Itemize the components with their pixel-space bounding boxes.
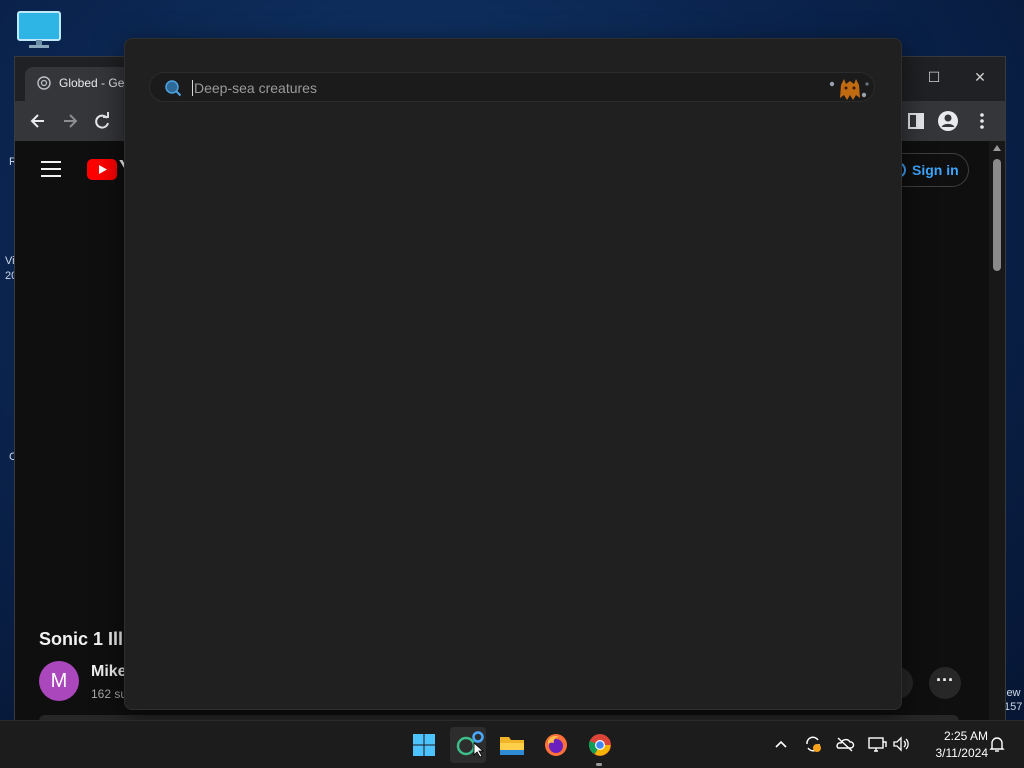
close-button[interactable]: ✕	[965, 63, 995, 91]
tab-title: Globed - Ge	[59, 76, 125, 90]
clock-time: 2:25 AM	[943, 729, 988, 743]
folder-icon	[500, 737, 524, 755]
notification-bell-icon[interactable]	[986, 733, 1008, 755]
search-app-icon	[456, 731, 484, 758]
taskbar: 2:25 AM 3/11/2024	[0, 720, 1024, 768]
profile-icon[interactable]	[937, 110, 959, 132]
this-pc-icon[interactable]	[16, 10, 62, 52]
clock-date: 3/11/2024	[935, 746, 989, 760]
search-box[interactable]	[149, 72, 875, 102]
chevron-up-icon[interactable]	[770, 733, 792, 755]
youtube-logo-icon[interactable]	[87, 159, 117, 180]
start-button[interactable]	[406, 727, 442, 763]
scrollbar-thumb[interactable]	[993, 159, 1001, 271]
kebab-menu-icon[interactable]	[971, 110, 993, 132]
sign-in-label: Sign in	[912, 162, 959, 178]
desktop-edge-text: 157	[1004, 701, 1023, 713]
firefox-icon	[545, 734, 567, 756]
search-overlay	[124, 38, 902, 710]
channel-name[interactable]: Mike	[91, 663, 127, 681]
scroll-up-arrow-icon[interactable]	[993, 145, 1001, 151]
reload-icon[interactable]	[91, 110, 113, 132]
back-arrow-icon[interactable]	[27, 110, 49, 132]
search-input[interactable]	[192, 74, 796, 102]
more-actions-button[interactable]: ···	[929, 667, 961, 699]
onedrive-offline-icon[interactable]	[834, 733, 856, 755]
file-explorer-button[interactable]	[494, 727, 530, 763]
firefox-button[interactable]	[538, 727, 574, 763]
search-icon	[165, 80, 182, 97]
hamburger-menu-icon[interactable]	[41, 161, 61, 177]
running-app-indicator	[596, 763, 602, 766]
chrome-icon	[588, 734, 611, 756]
network-icon[interactable]	[866, 733, 888, 755]
deep-sea-creature-icon	[829, 79, 869, 100]
text-caret	[192, 80, 193, 96]
video-title: Sonic 1 Ill	[39, 629, 124, 649]
system-clock[interactable]: 2:25 AM 3/11/2024	[918, 728, 989, 762]
side-panel-icon[interactable]	[905, 110, 927, 132]
search-taskbar-button[interactable]	[450, 727, 486, 763]
sync-update-icon[interactable]	[802, 733, 824, 755]
forward-arrow-icon[interactable]	[59, 110, 81, 132]
chrome-button[interactable]	[582, 727, 618, 763]
desktop-edge-text: iew	[1004, 687, 1021, 699]
subscriber-count: 162 su	[91, 687, 128, 701]
channel-avatar[interactable]: M	[39, 661, 79, 701]
volume-icon[interactable]	[890, 733, 912, 755]
globe-icon	[37, 76, 51, 90]
windows-logo-icon	[413, 734, 435, 756]
maximize-button[interactable]: ☐	[919, 63, 949, 91]
page-scrollbar[interactable]	[989, 141, 1005, 721]
